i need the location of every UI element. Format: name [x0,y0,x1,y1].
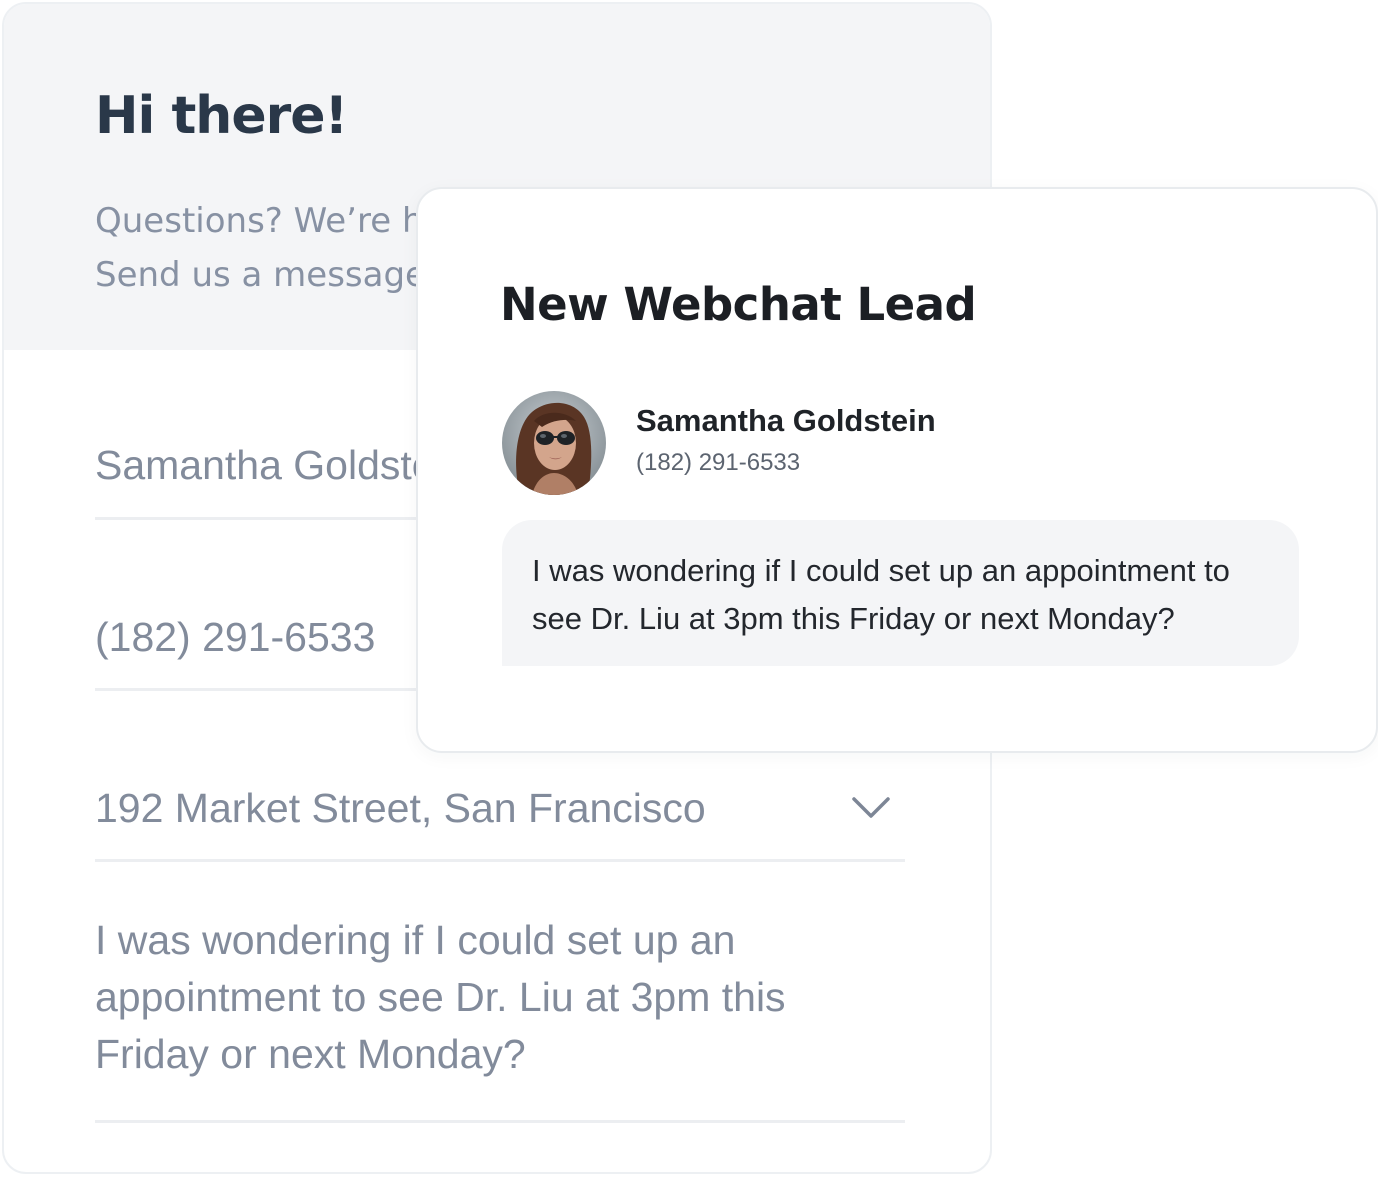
chevron-down-icon[interactable] [851,795,891,821]
message-field[interactable]: I was wondering if I could set up an app… [95,862,905,1123]
lead-message-bubble: I was wondering if I could set up an app… [502,520,1299,666]
form-title: Hi there! [95,86,348,146]
form-subtitle-line-2: Send us a message [95,255,426,295]
form-subtitle-line-1: Questions? We’re h [95,201,424,241]
new-lead-card[interactable]: New Webchat Lead Samantha Goldstein (182… [416,187,1378,753]
form-subtitle: Questions? We’re h Send us a message [95,194,426,302]
lead-contact-name: Samantha Goldstein [636,403,936,438]
avatar-photo-icon [502,391,606,495]
name-field-value: Samantha Goldstein [95,442,467,488]
message-field-value: I was wondering if I could set up an app… [95,917,786,1077]
lead-title: New Webchat Lead [500,278,977,331]
lead-message-text: I was wondering if I could set up an app… [532,553,1230,636]
location-select-value: 192 Market Street, San Francisco [95,785,706,831]
phone-field-value: (182) 291-6533 [95,614,376,660]
lead-contact-phone: (182) 291-6533 [636,449,801,476]
avatar [502,391,606,495]
